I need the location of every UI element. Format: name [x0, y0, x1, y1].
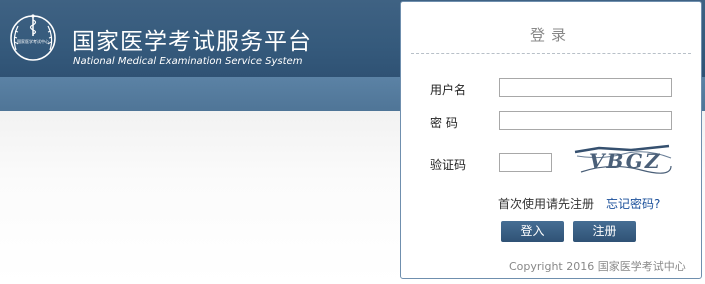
register-button[interactable]: 注册	[573, 221, 636, 242]
copyright-text: Copyright 2016 国家医学考试中心	[509, 260, 686, 273]
captcha-input[interactable]	[499, 153, 552, 172]
captcha-image[interactable]: VBGZ	[571, 142, 675, 178]
divider	[411, 53, 691, 54]
login-panel: 登录 用户名 密 码 验证码 VBGZ 首次使用请先注册 忘记密码? 登入 注册…	[400, 1, 702, 279]
password-input[interactable]	[499, 111, 672, 130]
username-input[interactable]	[499, 78, 672, 97]
site-subtitle: National Medical Examination Service Sys…	[73, 56, 303, 67]
first-use-hint: 首次使用请先注册	[498, 197, 595, 211]
forgot-password-link[interactable]: 忘记密码?	[606, 195, 660, 212]
site-title: 国家医学考试服务平台	[72, 29, 312, 55]
login-button[interactable]: 登入	[501, 221, 564, 242]
login-title: 登录	[529, 26, 572, 44]
password-label: 密 码	[430, 116, 458, 130]
captcha-label: 验证码	[430, 158, 467, 172]
captcha-text: VBGZ	[589, 149, 661, 173]
svg-text:国家医学考试中心: 国家医学考试中心	[17, 38, 49, 44]
username-label: 用户名	[430, 83, 467, 97]
medical-emblem-icon: 国家医学考试中心	[10, 14, 56, 61]
